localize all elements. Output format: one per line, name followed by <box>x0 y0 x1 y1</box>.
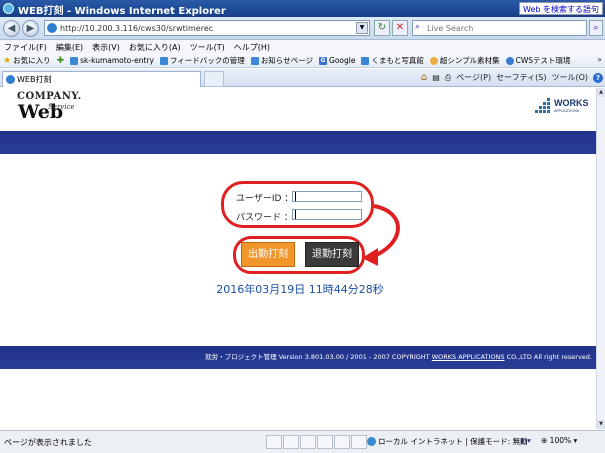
favorite-label: CWSテスト環境 <box>515 56 571 65</box>
favorite-item[interactable]: お知らせページ <box>250 55 314 66</box>
footer-text-suffix: CO.,LTD All right reserved. <box>504 353 592 361</box>
tools-menu[interactable]: ツール(O) <box>551 72 588 83</box>
scroll-up-arrow[interactable]: ▲ <box>597 88 605 97</box>
favorite-item[interactable]: 超シンプル素材集 <box>429 55 500 66</box>
menu-tools[interactable]: ツール(T) <box>190 42 225 53</box>
safety-menu[interactable]: セーフティ(S) <box>496 72 546 83</box>
favorite-label: くまもと写真館 <box>371 56 424 65</box>
address-dropdown-button[interactable]: ▼ <box>356 22 368 34</box>
menu-help[interactable]: ヘルプ(H) <box>234 42 270 53</box>
url-input[interactable] <box>60 22 350 34</box>
clock-out-button[interactable]: 退勤打刻 <box>305 242 359 267</box>
favorites-label: お気に入り <box>13 56 51 65</box>
menu-view[interactable]: 表示(V) <box>92 42 120 53</box>
search-icon: ⌕ <box>415 22 421 32</box>
intranet-icon <box>367 437 376 446</box>
favorite-item[interactable]: フィードバックの管理 <box>159 55 245 66</box>
window-title: WEB打刻 - Windows Internet Explorer <box>18 6 226 17</box>
menu-favorites[interactable]: お気に入り(A) <box>129 42 181 53</box>
add-favorite-icon[interactable]: ✚ <box>57 56 65 66</box>
clock-in-button[interactable]: 出勤打刻 <box>241 242 295 267</box>
text-caret <box>295 210 296 219</box>
search-box[interactable]: ⌕ <box>412 20 587 36</box>
globe-icon <box>505 56 514 65</box>
footer-company-link[interactable]: WORKS APPLICATIONS <box>432 353 505 361</box>
favorite-label: フィードバックの管理 <box>169 56 245 65</box>
ie-icon <box>3 3 14 14</box>
page-icon <box>70 56 79 65</box>
footer-text: 就労・プロジェクト管理 Version 3.801.03.00 / 2001 -… <box>205 353 432 361</box>
user-id-input[interactable] <box>292 191 362 202</box>
favorites-button[interactable]: ★ お気に入り <box>3 55 51 66</box>
back-button[interactable]: ◀ <box>3 20 20 37</box>
print-icon[interactable]: ⎙ <box>445 73 451 83</box>
google-icon: G <box>319 56 328 65</box>
refresh-button[interactable]: ↻ <box>374 20 390 36</box>
address-bar[interactable]: ▼ <box>44 20 370 36</box>
status-panes <box>266 435 367 449</box>
annotation-arrow <box>362 204 400 266</box>
page-icon <box>250 56 259 65</box>
favorite-label: Google <box>329 56 356 65</box>
current-datetime: 2016年03月19日 11時44分28秒 <box>216 283 384 296</box>
protected-mode-icon[interactable]: ◧▾ <box>520 436 531 445</box>
forward-button[interactable]: ▶ <box>22 20 39 37</box>
tab-row: WEB打刻 ⌂ ▤ ⎙ ページ(P) セーフティ(S) ツール(O) ? <box>0 69 605 87</box>
vertical-scrollbar[interactable]: ▲ ▼ <box>596 88 605 429</box>
password-input[interactable] <box>292 209 362 220</box>
search-input[interactable] <box>427 22 582 34</box>
menu-file[interactable]: ファイル(F) <box>4 42 47 53</box>
favorite-label: 超シンプル素材集 <box>439 56 500 65</box>
password-label: パスワード ： <box>236 213 293 223</box>
scroll-down-arrow[interactable]: ▼ <box>597 420 605 429</box>
security-zone[interactable]: ローカル イントラネット | 保護モード: 無効 <box>367 436 528 447</box>
favorite-item[interactable]: CWSテスト環境 <box>505 55 571 66</box>
address-toolbar: ◀ ▶ ▼ ↻ ✕ ⌕ ⌕ <box>0 17 605 40</box>
works-logo-sub: APPLICATIONS <box>554 109 579 113</box>
web-search-box[interactable]: Web を検索する語句 <box>519 2 603 15</box>
works-logo-name: WORKS <box>554 98 589 108</box>
star-icon: ★ <box>3 55 12 66</box>
command-bar: ⌂ ▤ ⎙ ページ(P) セーフティ(S) ツール(O) ? <box>421 72 603 83</box>
search-go-button[interactable]: ⌕ <box>589 20 603 36</box>
favorites-bar: ★ お気に入り ✚ sk-kumamoto-entry フィードバックの管理 お… <box>0 54 605 68</box>
user-id-label: ユーザーID ： <box>236 194 294 204</box>
tab-label: WEB打刻 <box>17 75 52 84</box>
favorite-item[interactable]: sk-kumamoto-entry <box>70 56 154 65</box>
zoom-level[interactable]: ⊕ 100% ▾ <box>541 436 577 445</box>
works-applications-logo: WORKS APPLICATIONS <box>535 98 589 114</box>
zoom-value: 100% <box>549 436 572 445</box>
new-tab-button[interactable] <box>204 71 224 87</box>
feeds-icon[interactable]: ▤ <box>432 73 440 82</box>
page-icon <box>47 23 57 33</box>
text-caret <box>295 192 296 201</box>
service-logo-text: Service <box>48 103 75 111</box>
menu-bar: ファイル(F) 編集(E) 表示(V) お気に入り(A) ツール(T) ヘルプ(… <box>0 40 605 54</box>
page-icon <box>6 75 15 84</box>
page-icon <box>361 56 370 65</box>
help-icon[interactable]: ? <box>593 72 603 83</box>
flower-icon <box>429 56 438 65</box>
favorite-item[interactable]: G Google <box>319 56 355 65</box>
page-menu[interactable]: ページ(P) <box>456 72 491 83</box>
status-text: ページが表示されました <box>4 438 92 447</box>
header-band <box>0 131 596 154</box>
page-content: COMPANY. Web Service WORKS APPLICATIONS … <box>0 88 596 429</box>
footer-band: 就労・プロジェクト管理 Version 3.801.03.00 / 2001 -… <box>0 346 596 369</box>
zone-text: ローカル イントラネット | 保護モード: 無効 <box>378 437 528 446</box>
chevron-right-icon[interactable]: » <box>597 55 602 64</box>
tab-webdakoku[interactable]: WEB打刻 <box>2 71 201 87</box>
menu-edit[interactable]: 編集(E) <box>56 42 83 53</box>
stop-button[interactable]: ✕ <box>392 20 408 36</box>
works-logo-icon <box>535 98 551 114</box>
page-icon <box>159 56 168 65</box>
home-icon[interactable]: ⌂ <box>421 72 427 83</box>
status-bar: ページが表示されました ローカル イントラネット | 保護モード: 無効 ◧▾ … <box>0 430 605 453</box>
window-titlebar: WEB打刻 - Windows Internet Explorer Web を検… <box>0 0 605 17</box>
favorite-label: お知らせページ <box>260 56 314 65</box>
favorite-item[interactable]: くまもと写真館 <box>361 55 424 66</box>
favorite-label: sk-kumamoto-entry <box>80 56 154 65</box>
